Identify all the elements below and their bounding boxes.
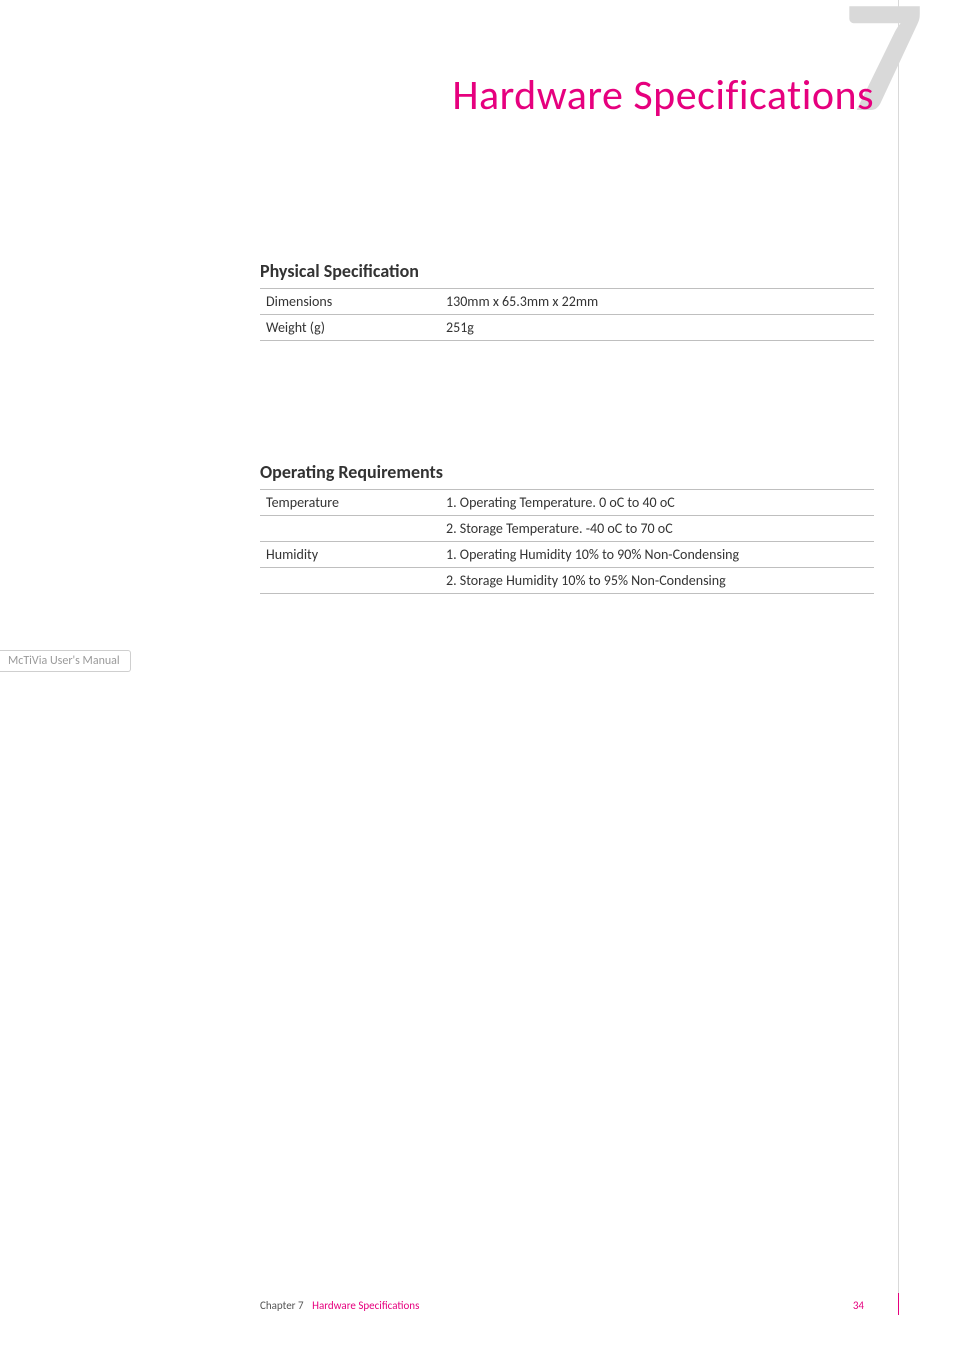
footer-chapter-name: Hardware Specifications [312, 1299, 419, 1312]
table-row: Dimensions 130mm x 65.3mm x 22mm [260, 289, 874, 315]
cell-key: Weight (g) [260, 315, 440, 341]
table-row: Temperature 1. Operating Temperature. 0 … [260, 490, 874, 516]
physical-spec-section: Physical Specification Dimensions 130mm … [260, 260, 874, 341]
cell-value: 2. Storage Temperature. -40 oC to 70 oC [440, 516, 874, 542]
table-row: 2. Storage Humidity 10% to 95% Non-Conde… [260, 568, 874, 594]
cell-value: 2. Storage Humidity 10% to 95% Non-Conde… [440, 568, 874, 594]
physical-spec-table: Dimensions 130mm x 65.3mm x 22mm Weight … [260, 288, 874, 341]
right-margin-rule [898, 0, 899, 1310]
footer-chapter-label: Chapter 7 [260, 1299, 304, 1312]
operating-req-table: Temperature 1. Operating Temperature. 0 … [260, 489, 874, 594]
cell-value: 130mm x 65.3mm x 22mm [440, 289, 874, 315]
physical-spec-heading: Physical Specification [260, 260, 874, 282]
footer-left: Chapter 7 Hardware Specifications [260, 1299, 419, 1312]
cell-key: Temperature [260, 490, 440, 516]
cell-key [260, 568, 440, 594]
cell-value: 251g [440, 315, 874, 341]
operating-req-heading: Operating Requirements [260, 461, 874, 483]
cell-key: Dimensions [260, 289, 440, 315]
cell-key: Humidity [260, 542, 440, 568]
content-area: Physical Specification Dimensions 130mm … [260, 260, 874, 714]
cell-value: 1. Operating Temperature. 0 oC to 40 oC [440, 490, 874, 516]
cell-key [260, 516, 440, 542]
page-title: Hardware Specifications [452, 70, 874, 121]
operating-req-section: Operating Requirements Temperature 1. Op… [260, 461, 874, 594]
table-row: Weight (g) 251g [260, 315, 874, 341]
footer-accent-rule [898, 1293, 899, 1315]
footer-page-number: 34 [853, 1299, 864, 1312]
page-footer: Chapter 7 Hardware Specifications 34 [260, 1299, 874, 1312]
cell-value: 1. Operating Humidity 10% to 90% Non-Con… [440, 542, 874, 568]
table-row: 2. Storage Temperature. -40 oC to 70 oC [260, 516, 874, 542]
manual-side-tab: McTiVia User's Manual [0, 650, 131, 672]
table-row: Humidity 1. Operating Humidity 10% to 90… [260, 542, 874, 568]
